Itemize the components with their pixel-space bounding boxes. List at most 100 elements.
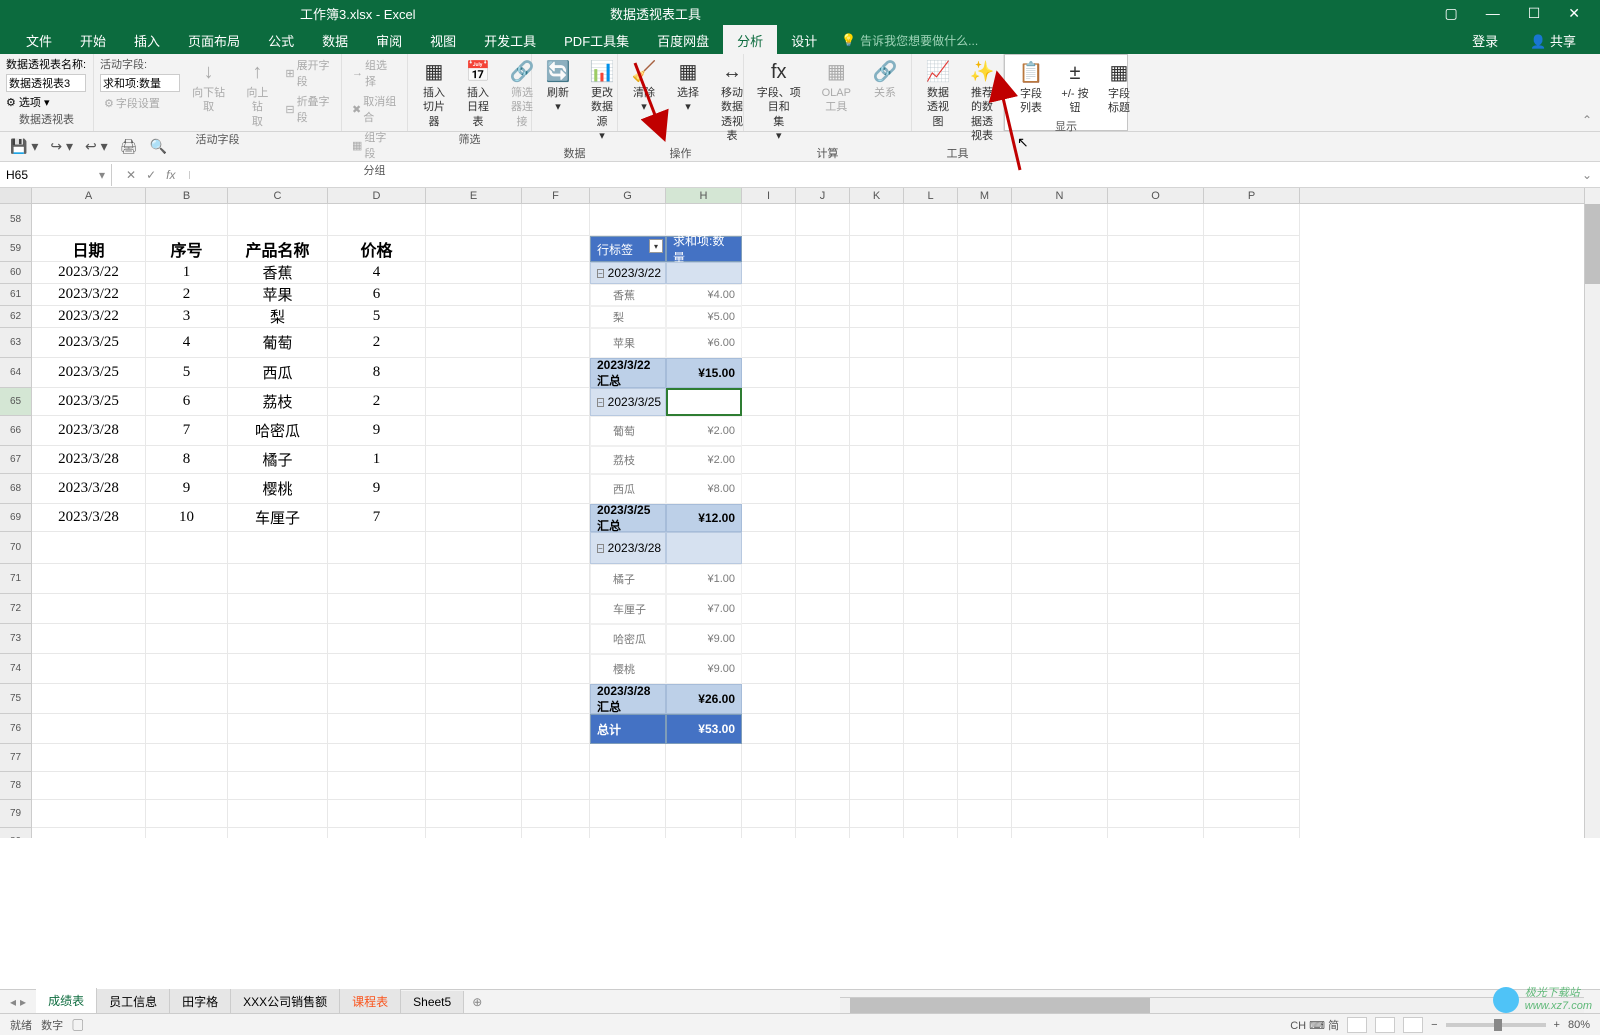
cell[interactable] [522, 388, 590, 416]
cell[interactable] [146, 800, 228, 828]
cell[interactable] [904, 800, 958, 828]
cell[interactable] [1108, 532, 1204, 564]
cell[interactable] [328, 772, 426, 800]
row-header-62[interactable]: 62 [0, 306, 32, 328]
cell[interactable]: 苹果 [228, 284, 328, 306]
row-header-66[interactable]: 66 [0, 416, 32, 446]
cell[interactable] [796, 684, 850, 714]
group-selection-button[interactable]: → 组选择 [348, 56, 401, 90]
cell[interactable] [796, 504, 850, 532]
cell[interactable] [796, 262, 850, 284]
cell[interactable] [904, 772, 958, 800]
row-header-69[interactable]: 69 [0, 504, 32, 532]
cell[interactable]: 梨 [590, 306, 666, 328]
cell[interactable] [904, 306, 958, 328]
cell[interactable] [146, 714, 228, 744]
cell[interactable] [328, 744, 426, 772]
cell[interactable] [1012, 474, 1108, 504]
cell[interactable] [850, 744, 904, 772]
field-headers-button[interactable]: ▦字段 标题 [1099, 57, 1139, 118]
fields-items-button[interactable]: fx字段、项目和 集▾ [750, 56, 808, 145]
cell[interactable] [1108, 772, 1204, 800]
row-header-80[interactable]: 80 [0, 828, 32, 838]
cell[interactable] [426, 828, 522, 838]
cell[interactable] [1012, 594, 1108, 624]
cell[interactable] [1204, 474, 1300, 504]
chevron-down-icon[interactable]: ▾ [99, 168, 105, 182]
cell[interactable] [904, 594, 958, 624]
cell[interactable] [958, 532, 1012, 564]
cell[interactable] [426, 504, 522, 532]
cell[interactable]: 哈密瓜 [228, 416, 328, 446]
cell[interactable] [796, 714, 850, 744]
col-header-C[interactable]: C [228, 188, 328, 203]
cell[interactable] [1204, 204, 1300, 236]
row-header-73[interactable]: 73 [0, 624, 32, 654]
cell[interactable] [426, 328, 522, 358]
cell[interactable] [426, 684, 522, 714]
cell[interactable] [146, 532, 228, 564]
cell[interactable] [1204, 236, 1300, 262]
cell[interactable]: ¥9.00 [666, 654, 742, 684]
cell[interactable] [958, 262, 1012, 284]
cell[interactable] [796, 474, 850, 504]
cell[interactable] [1108, 388, 1204, 416]
col-header-K[interactable]: K [850, 188, 904, 203]
cell[interactable] [958, 594, 1012, 624]
row-header-71[interactable]: 71 [0, 564, 32, 594]
cell[interactable] [1108, 284, 1204, 306]
tab-review[interactable]: 审阅 [362, 25, 416, 56]
cell[interactable]: ¥2.00 [666, 446, 742, 474]
field-list-button[interactable]: 📋字段 列表 [1011, 57, 1051, 118]
cell[interactable]: 5 [146, 358, 228, 388]
cell[interactable] [1108, 204, 1204, 236]
cell[interactable] [522, 446, 590, 474]
cancel-formula-icon[interactable]: ✕ [126, 168, 136, 182]
cell[interactable] [1108, 744, 1204, 772]
group-field-button[interactable]: ▦ 组字段 [348, 128, 401, 162]
view-layout-icon[interactable] [1375, 1017, 1395, 1033]
cell[interactable] [904, 532, 958, 564]
cell[interactable]: 哈密瓜 [590, 624, 666, 654]
cell[interactable] [1204, 772, 1300, 800]
tab-pdf[interactable]: PDF工具集 [550, 25, 643, 56]
cell[interactable] [796, 284, 850, 306]
cell[interactable] [1108, 416, 1204, 446]
cell[interactable] [522, 504, 590, 532]
cell[interactable]: ¥4.00 [666, 284, 742, 306]
cell[interactable] [426, 236, 522, 262]
cell[interactable] [32, 684, 146, 714]
cell[interactable]: ¥15.00 [666, 358, 742, 388]
row-header-65[interactable]: 65 [0, 388, 32, 416]
cell[interactable] [522, 772, 590, 800]
cell[interactable]: 葡萄 [228, 328, 328, 358]
cell[interactable] [904, 684, 958, 714]
cell[interactable] [850, 284, 904, 306]
cell[interactable]: ¥53.00 [666, 714, 742, 744]
cell[interactable] [426, 284, 522, 306]
cell[interactable] [850, 828, 904, 838]
zoom-level[interactable]: 80% [1568, 1019, 1590, 1031]
cell[interactable] [850, 328, 904, 358]
cell[interactable] [426, 654, 522, 684]
minimize-icon[interactable]: — [1476, 1, 1510, 26]
cell[interactable] [904, 236, 958, 262]
cell[interactable] [228, 828, 328, 838]
cell[interactable] [742, 416, 796, 446]
sheet-first-icon[interactable]: ◂ [10, 995, 16, 1009]
cell[interactable]: 9 [328, 474, 426, 504]
cell[interactable] [228, 654, 328, 684]
cell[interactable] [850, 800, 904, 828]
cell[interactable]: 8 [328, 358, 426, 388]
cell[interactable]: −2023/3/25 [590, 388, 666, 416]
row-header-58[interactable]: 58 [0, 204, 32, 236]
cell[interactable]: 香蕉 [590, 284, 666, 306]
cell[interactable] [522, 684, 590, 714]
cell[interactable]: ¥7.00 [666, 594, 742, 624]
cell[interactable] [850, 532, 904, 564]
cell[interactable]: −2023/3/28 [590, 532, 666, 564]
cell[interactable] [426, 594, 522, 624]
cell[interactable] [958, 684, 1012, 714]
cell[interactable] [426, 800, 522, 828]
cell[interactable] [1108, 714, 1204, 744]
